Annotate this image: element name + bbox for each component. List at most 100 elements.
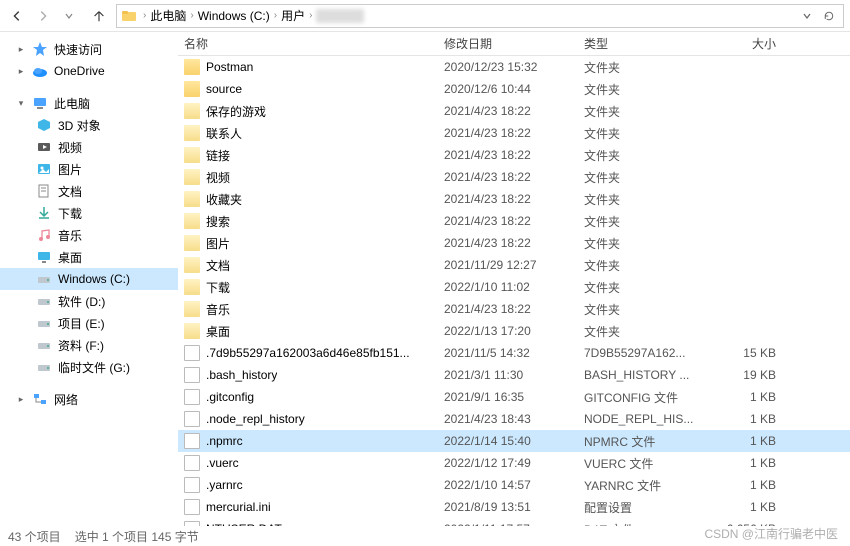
star-icon [32,41,48,57]
tree-label: 资料 (F:) [58,337,104,354]
tree-item[interactable]: ▸ 快速访问 [0,38,178,60]
column-date[interactable]: 修改日期 [438,35,578,52]
address-bar: › 此电脑 › Windows (C:) › 用户 › [0,0,850,32]
forward-button[interactable] [32,5,54,27]
tree-item[interactable]: 临时文件 (G:) [0,356,178,378]
file-date: 2022/1/13 17:20 [438,324,578,338]
tree-item[interactable]: 软件 (D:) [0,290,178,312]
tree-item[interactable]: 音乐 [0,224,178,246]
file-name: source [206,82,242,96]
tree-label: Windows (C:) [58,272,130,286]
file-size: 15 KB [698,346,788,360]
expand-icon[interactable]: ▸ [16,66,26,76]
file-name: .npmrc [206,434,243,448]
file-row[interactable]: .vuerc2022/1/12 17:49VUERC 文件1 KB [178,452,850,474]
file-name: 收藏夹 [206,191,242,208]
recent-dropdown[interactable] [58,5,80,27]
file-type: 文件夹 [578,323,698,340]
file-type: 文件夹 [578,279,698,296]
tree-item[interactable]: 3D 对象 [0,114,178,136]
file-type: GITCONFIG 文件 [578,389,698,406]
file-row[interactable]: .npmrc2022/1/14 15:40NPMRC 文件1 KB [178,430,850,452]
tree-label: 视频 [58,139,82,156]
tree-item[interactable]: 下载 [0,202,178,224]
drive-icon [36,315,52,331]
drive-icon [36,271,52,287]
file-row[interactable]: 联系人2021/4/23 18:22文件夹 [178,122,850,144]
file-row[interactable]: 下载2022/1/10 11:02文件夹 [178,276,850,298]
tree-item[interactable]: 视频 [0,136,178,158]
file-date: 2022/1/10 11:02 [438,280,578,294]
breadcrumb-segment[interactable]: Windows (C:) [196,5,272,27]
tree-label: 音乐 [58,227,82,244]
file-row[interactable]: .7d9b55297a162003a6d46e85fb151...2021/11… [178,342,850,364]
tree-item[interactable]: 图片 [0,158,178,180]
documents-icon [36,183,52,199]
file-row[interactable]: .node_repl_history2021/4/23 18:43NODE_RE… [178,408,850,430]
file-row[interactable]: 收藏夹2021/4/23 18:22文件夹 [178,188,850,210]
expand-icon[interactable]: ▸ [16,44,26,54]
drive-icon [36,359,52,375]
file-type: VUERC 文件 [578,455,698,472]
tree-item[interactable]: 资料 (F:) [0,334,178,356]
tree-label: 软件 (D:) [58,293,105,310]
file-row[interactable]: 桌面2022/1/13 17:20文件夹 [178,320,850,342]
tree-item[interactable]: 文档 [0,180,178,202]
file-row[interactable]: source2020/12/6 10:44文件夹 [178,78,850,100]
file-name: 联系人 [206,125,242,142]
column-type[interactable]: 类型 [578,35,698,52]
tree-item[interactable]: Windows (C:) [0,268,178,290]
expand-icon[interactable]: ▾ [16,98,26,108]
up-button[interactable] [88,5,110,27]
file-name: .yarnrc [206,478,243,492]
file-row[interactable]: mercurial.ini2021/8/19 13:51配置设置1 KB [178,496,850,518]
tree-item[interactable]: 项目 (E:) [0,312,178,334]
file-name: 保存的游戏 [206,103,266,120]
chevron-right-icon: › [141,10,148,21]
file-row[interactable]: 图片2021/4/23 18:22文件夹 [178,232,850,254]
file-row[interactable]: 搜索2021/4/23 18:22文件夹 [178,210,850,232]
tree-item[interactable]: ▸ 网络 [0,388,178,410]
dropdown-icon[interactable] [797,6,817,26]
file-type: 文件夹 [578,235,698,252]
refresh-icon[interactable] [819,6,839,26]
file-size: 1 KB [698,390,788,404]
file-row[interactable]: 文档2021/11/29 12:27文件夹 [178,254,850,276]
file-list[interactable]: Postman2020/12/23 15:32文件夹source2020/12/… [178,56,850,526]
tree-item[interactable]: 桌面 [0,246,178,268]
file-date: 2021/4/23 18:22 [438,192,578,206]
file-row[interactable]: 链接2021/4/23 18:22文件夹 [178,144,850,166]
file-row[interactable]: NTUSER.DAT2022/1/11 17:57DAT 文件6,656 KB [178,518,850,526]
file-row[interactable]: .yarnrc2022/1/10 14:57YARNRC 文件1 KB [178,474,850,496]
breadcrumb-segment[interactable]: 此电脑 [148,5,188,27]
tree-item[interactable]: ▾此电脑 [0,92,178,114]
file-date: 2021/8/19 13:51 [438,500,578,514]
tree-item[interactable]: ▸OneDrive [0,60,178,82]
file-row[interactable]: .gitconfig2021/9/1 16:35GITCONFIG 文件1 KB [178,386,850,408]
column-name[interactable]: 名称 [178,35,438,52]
file-date: 2022/1/14 15:40 [438,434,578,448]
file-row[interactable]: 视频2021/4/23 18:22文件夹 [178,166,850,188]
file-type: 配置设置 [578,499,698,516]
tree-label: 快速访问 [54,41,102,58]
file-size: 1 KB [698,456,788,470]
path-box[interactable]: › 此电脑 › Windows (C:) › 用户 › [116,4,844,28]
status-selection: 选中 1 个项目 145 字节 [75,528,199,545]
file-row[interactable]: 保存的游戏2021/4/23 18:22文件夹 [178,100,850,122]
expand-icon[interactable]: ▸ [16,394,26,404]
file-row[interactable]: Postman2020/12/23 15:32文件夹 [178,56,850,78]
file-row[interactable]: .bash_history2021/3/1 11:30BASH_HISTORY … [178,364,850,386]
file-type: YARNRC 文件 [578,477,698,494]
file-row[interactable]: 音乐2021/4/23 18:22文件夹 [178,298,850,320]
file-name: .7d9b55297a162003a6d46e85fb151... [206,346,410,360]
back-button[interactable] [6,5,28,27]
file-size: 1 KB [698,478,788,492]
file-date: 2021/4/23 18:22 [438,302,578,316]
file-size: 1 KB [698,500,788,514]
column-size[interactable]: 大小 [698,35,788,52]
breadcrumb-segment[interactable]: 用户 [279,5,307,27]
file-name: .bash_history [206,368,277,382]
tree-label: 网络 [54,391,78,408]
file-name: 视频 [206,169,230,186]
file-date: 2021/9/1 16:35 [438,390,578,404]
